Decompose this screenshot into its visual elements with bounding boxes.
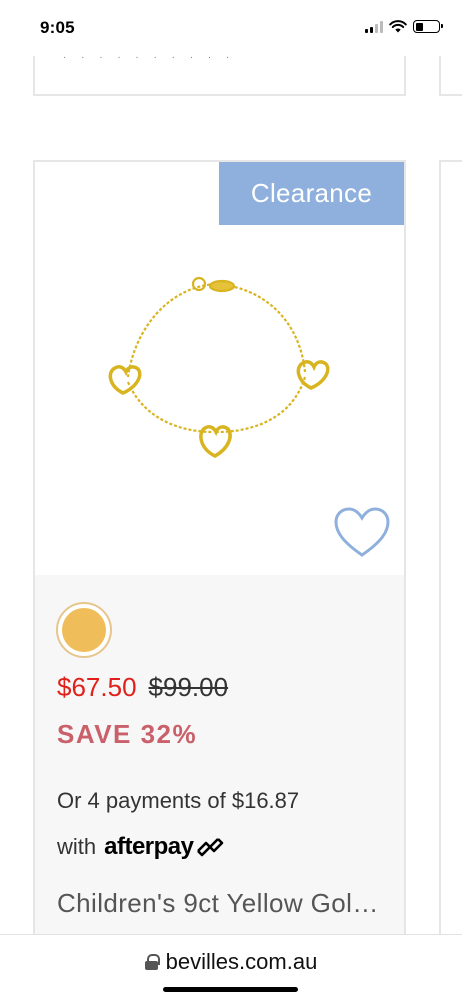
afterpay-arrows-icon [196,838,223,857]
afterpay-prefix: with [57,834,97,859]
clearance-badge: Clearance [219,162,404,225]
price-row: $67.50 $99.00 [57,672,228,703]
signal-icon [365,20,383,33]
previous-product-card[interactable]: · · · · · · · · · · [33,50,406,96]
product-image[interactable] [95,262,335,462]
afterpay-brand: afterpay [104,833,194,860]
status-time: 9:05 [40,18,75,37]
url-text: bevilles.com.au [165,949,318,974]
save-percentage: SAVE 32% [57,719,198,749]
lock-icon [144,954,160,970]
swatch-fill [62,608,106,652]
sale-price: $67.50 [57,672,137,702]
color-swatch-yellow-gold[interactable] [56,602,112,658]
battery-icon [413,20,443,33]
afterpay-logo: afterpay [104,833,223,861]
product-info: $67.50 $99.00 SAVE 32% Or 4 payments of … [35,575,404,958]
url-display[interactable]: bevilles.com.au [0,949,462,975]
wifi-icon [389,20,407,33]
product-title[interactable]: Children's 9ct Yellow Gold Heart Charm B… [57,888,387,919]
next-column-card-top[interactable] [439,50,462,96]
afterpay-row: with afterpay [57,833,224,861]
home-indicator[interactable] [163,987,298,992]
status-icons [365,20,443,33]
browser-url-bar[interactable]: bevilles.com.au [0,934,462,1000]
status-bar: 9:05 [0,0,462,56]
product-card[interactable]: Clearance $67.50 $99.00 SAVE 32% Or 4 pa… [33,160,406,960]
next-product-card[interactable] [439,160,462,960]
wishlist-heart-icon[interactable] [333,507,391,559]
original-price: $99.00 [148,672,229,702]
installments-text: Or 4 payments of $16.87 [57,788,300,813]
